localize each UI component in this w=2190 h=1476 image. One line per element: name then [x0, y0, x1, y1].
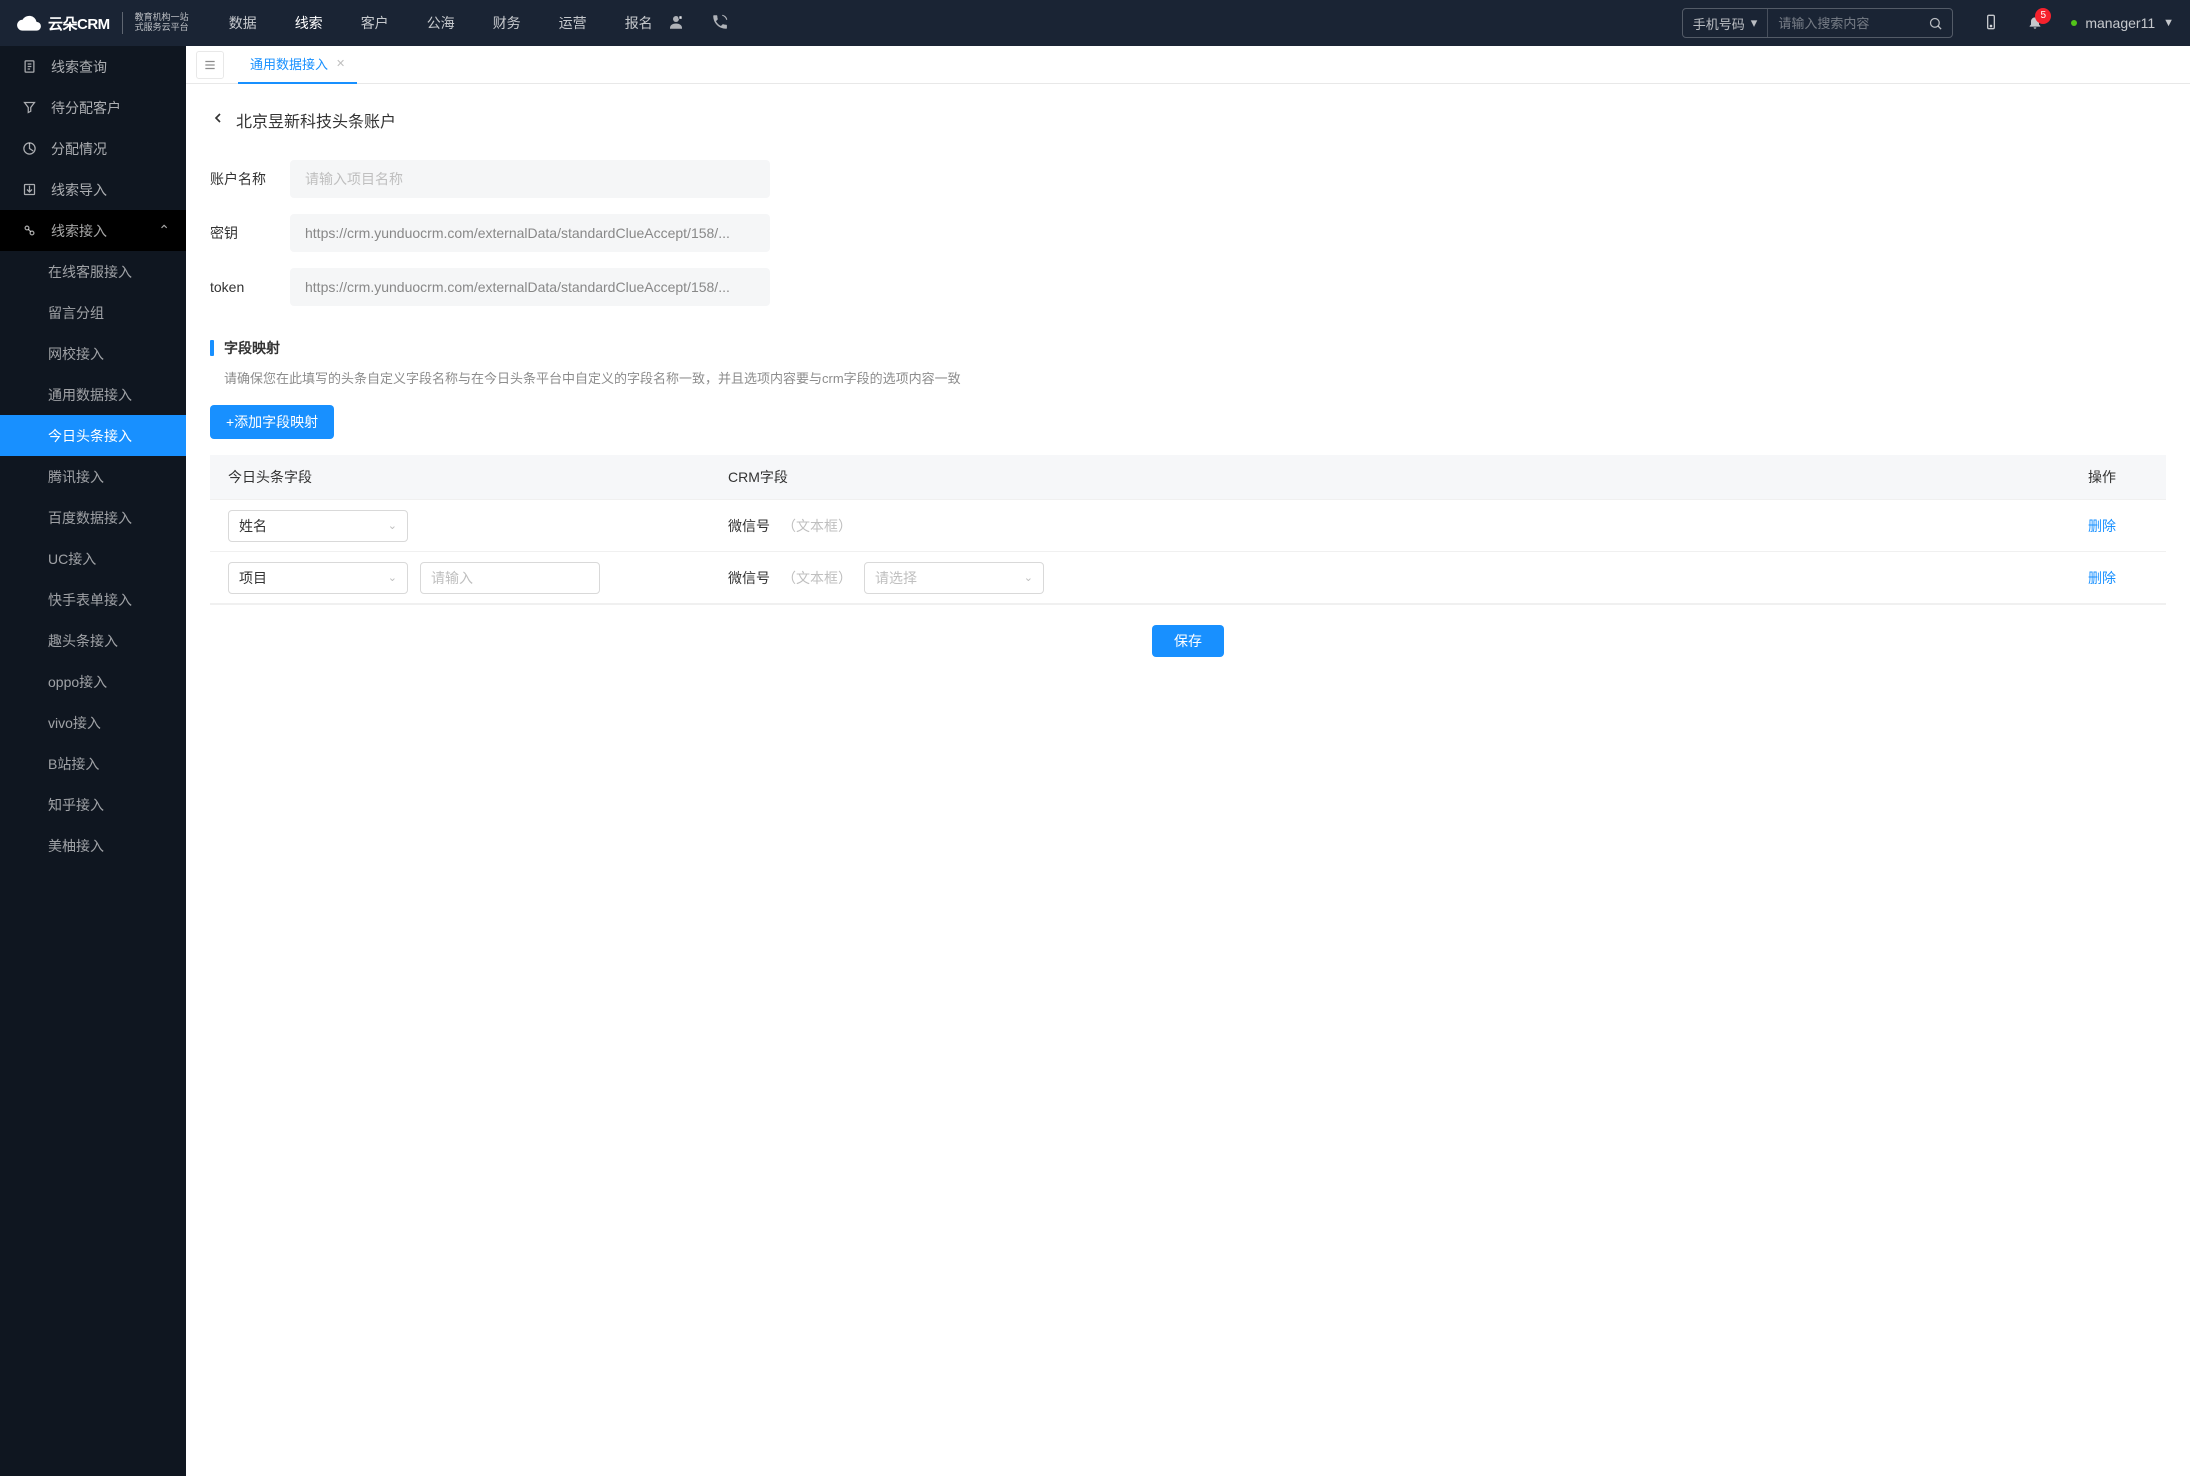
save-button[interactable]: 保存	[1152, 625, 1224, 657]
search-button[interactable]	[1918, 16, 1952, 31]
sidebar-item-线索查询[interactable]: 线索查询	[0, 46, 186, 87]
app-header: 云朵CRM 教育机构一站 式服务云平台 数据 线索 客户 公海 财务 运营 报名 手机号码 …	[0, 0, 2190, 46]
sidebar-sub-通用数据接入[interactable]: 通用数据接入	[0, 374, 186, 415]
sidebar-item-分配情况[interactable]: 分配情况	[0, 128, 186, 169]
sidebar-sub-趣头条接入[interactable]: 趣头条接入	[0, 620, 186, 661]
user-menu[interactable]: manager11 ▼	[2071, 15, 2174, 31]
cloud-icon	[16, 10, 42, 36]
section-bar-icon	[210, 340, 214, 356]
search-type-select[interactable]: 手机号码 ▾	[1683, 9, 1769, 37]
doc-icon	[22, 59, 37, 74]
sidebar-item-线索导入[interactable]: 线索导入	[0, 169, 186, 210]
crm-field-type: （文本框）	[782, 568, 852, 588]
sidebar-sub-快手表单接入[interactable]: 快手表单接入	[0, 579, 186, 620]
sidebar-sub-腾讯接入[interactable]: 腾讯接入	[0, 456, 186, 497]
table-header: 今日头条字段 CRM字段 操作	[210, 455, 2166, 499]
plug-icon	[22, 223, 37, 238]
delete-link[interactable]: 删除	[2088, 570, 2116, 586]
chart-icon	[22, 141, 37, 156]
nav-数据[interactable]: 数据	[229, 13, 257, 33]
tt-field-select[interactable]: 姓名⌄	[228, 510, 408, 542]
crm-field-select[interactable]: 请选择⌄	[864, 562, 1044, 594]
add-mapping-button[interactable]: +添加字段映射	[210, 405, 334, 439]
table-row: 姓名⌄ 微信号 （文本框） 删除	[210, 499, 2166, 551]
sidebar-sub-网校接入[interactable]: 网校接入	[0, 333, 186, 374]
tt-field-select[interactable]: 项目⌄	[228, 562, 408, 594]
sidebar-group-clue-access[interactable]: 线索接入 ⌃	[0, 210, 186, 251]
phone-icon[interactable]	[711, 13, 729, 34]
mapping-table: 今日头条字段 CRM字段 操作 姓名⌄微信号（文本框）删除项目⌄微信号（文本框）…	[210, 455, 2166, 604]
nav-报名[interactable]: 报名	[625, 13, 653, 33]
nav-运营[interactable]: 运营	[559, 13, 587, 33]
brand-sub: 教育机构一站 式服务云平台	[135, 13, 189, 33]
secret-label: 密钥	[210, 223, 282, 243]
crm-field-label: 微信号	[728, 516, 770, 536]
caret-down-icon: ▼	[2163, 17, 2174, 29]
header-icons	[667, 13, 729, 34]
sidebar-sub-UC接入[interactable]: UC接入	[0, 538, 186, 579]
nav-线索[interactable]: 线索	[295, 13, 323, 33]
crm-field-type: （文本框）	[782, 516, 852, 536]
nav-客户[interactable]: 客户	[361, 13, 389, 33]
header-right: 5 manager11 ▼	[1983, 14, 2174, 33]
tab-close-icon[interactable]: ✕	[336, 57, 345, 70]
tab-bar: 通用数据接入 ✕	[186, 46, 2190, 84]
filter-icon	[22, 100, 37, 115]
top-nav: 数据 线索 客户 公海 财务 运营 报名	[229, 13, 653, 33]
sidebar-sub-美柚接入[interactable]: 美柚接入	[0, 825, 186, 866]
sidebar: 线索查询待分配客户分配情况线索导入 线索接入 ⌃ 在线客服接入留言分组网校接入通…	[0, 46, 186, 1476]
page-title: 北京昱新科技头条账户	[236, 108, 396, 132]
status-dot-icon	[2071, 20, 2077, 26]
account-label: 账户名称	[210, 169, 282, 189]
sidebar-sub-百度数据接入[interactable]: 百度数据接入	[0, 497, 186, 538]
header-search: 手机号码 ▾	[1682, 8, 1954, 38]
mobile-icon[interactable]	[1983, 14, 1999, 33]
page-content: 北京昱新科技头条账户 账户名称 密钥 https://crm.yunduocrm…	[186, 84, 2190, 1476]
sidebar-sub-vivo接入[interactable]: vivo接入	[0, 702, 186, 743]
notifications[interactable]: 5	[2027, 14, 2043, 33]
username: manager11	[2085, 15, 2155, 31]
caret-down-icon: ⌄	[1024, 571, 1033, 584]
nav-公海[interactable]: 公海	[427, 13, 455, 33]
sidebar-sub-在线客服接入[interactable]: 在线客服接入	[0, 251, 186, 292]
user-add-icon[interactable]	[667, 13, 685, 34]
caret-down-icon: ⌄	[388, 519, 397, 532]
sidebar-sub-B站接入[interactable]: B站接入	[0, 743, 186, 784]
table-row: 项目⌄ 微信号 （文本框） 请选择⌄ 删除	[210, 551, 2166, 603]
tt-field-input[interactable]	[420, 562, 600, 594]
th-crm-field: CRM字段	[728, 467, 2088, 487]
th-action: 操作	[2088, 467, 2148, 487]
page-footer: 保存	[210, 604, 2166, 677]
tab-generic-data-access[interactable]: 通用数据接入 ✕	[238, 46, 357, 84]
sidebar-sub-oppo接入[interactable]: oppo接入	[0, 661, 186, 702]
secret-value[interactable]: https://crm.yunduocrm.com/externalData/s…	[290, 214, 770, 252]
nav-财务[interactable]: 财务	[493, 13, 521, 33]
sidebar-sub-留言分组[interactable]: 留言分组	[0, 292, 186, 333]
section-desc: 请确保您在此填写的头条自定义字段名称与在今日头条平台中自定义的字段名称一致，并且…	[210, 368, 2166, 387]
sidebar-item-待分配客户[interactable]: 待分配客户	[0, 87, 186, 128]
delete-link[interactable]: 删除	[2088, 518, 2116, 534]
th-toutiao-field: 今日头条字段	[228, 467, 728, 487]
main-content: 通用数据接入 ✕ 北京昱新科技头条账户 账户名称 密钥 https:	[186, 46, 2190, 1476]
import-icon	[22, 182, 37, 197]
chevron-up-icon: ⌃	[158, 222, 170, 239]
token-value[interactable]: https://crm.yunduocrm.com/externalData/s…	[290, 268, 770, 306]
caret-down-icon: ▾	[1751, 15, 1758, 31]
sidebar-sub-今日头条接入[interactable]: 今日头条接入	[0, 415, 186, 456]
sidebar-sub-知乎接入[interactable]: 知乎接入	[0, 784, 186, 825]
logo[interactable]: 云朵CRM 教育机构一站 式服务云平台	[16, 10, 189, 36]
brand-main: 云朵CRM	[48, 13, 110, 34]
token-label: token	[210, 279, 282, 295]
search-input[interactable]	[1768, 16, 1918, 31]
section-title: 字段映射	[224, 338, 280, 358]
crm-field-label: 微信号	[728, 568, 770, 588]
caret-down-icon: ⌄	[388, 571, 397, 584]
sidebar-toggle[interactable]	[196, 51, 224, 79]
back-button[interactable]	[210, 110, 226, 131]
account-name-input[interactable]	[290, 160, 770, 198]
brand-divider	[122, 12, 123, 34]
notification-badge: 5	[2035, 8, 2051, 24]
